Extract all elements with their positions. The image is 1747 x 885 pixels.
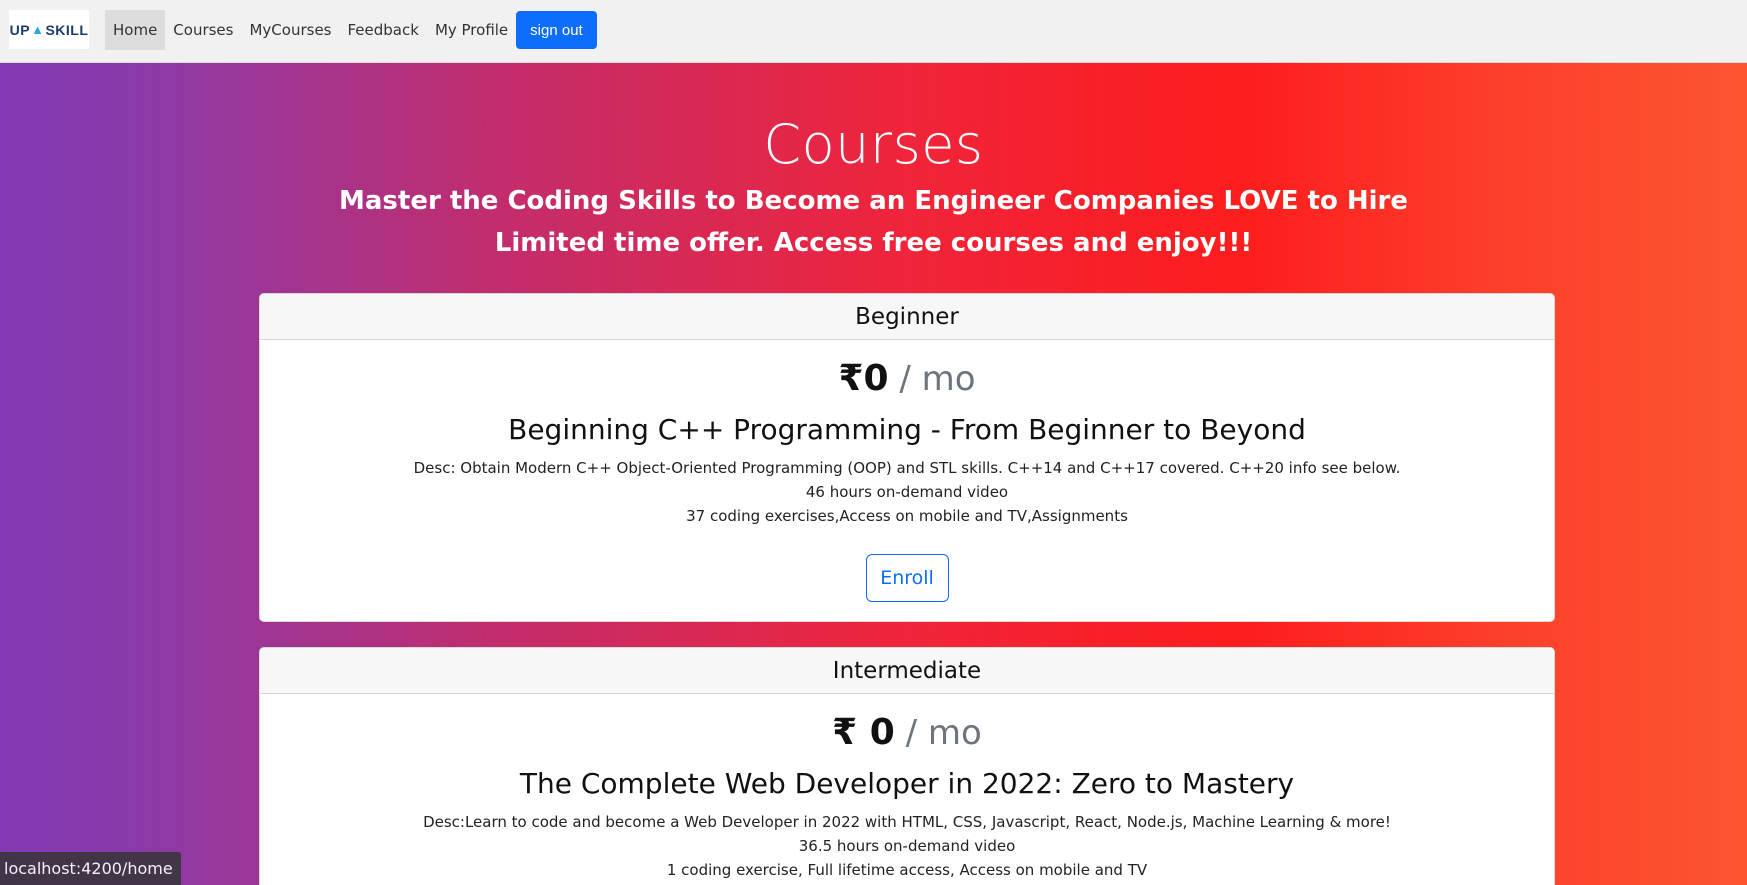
card-header: Intermediate (260, 648, 1554, 694)
course-description: Desc: Obtain Modern C++ Object-Oriented … (260, 456, 1554, 528)
logo-suffix: SKILL (45, 21, 89, 38)
nav-item-courses[interactable]: Courses (165, 10, 241, 50)
price: ₹0 / mo (260, 358, 1554, 399)
course-extras: 1 coding exercise, Full lifetime access,… (666, 861, 1148, 879)
course-card-beginner: Beginner ₹0 / mo Beginning C++ Programmi… (259, 293, 1555, 622)
logo-prefix: UP (9, 21, 31, 38)
course-title: Beginning C++ Programming - From Beginne… (508, 413, 1306, 446)
price-amount: ₹0 (838, 358, 889, 399)
enroll-button[interactable]: Enroll (865, 554, 949, 602)
price-period: / mo (888, 359, 976, 399)
nav-item-my-profile[interactable]: My Profile (427, 10, 516, 50)
price-amount: ₹ 0 (832, 712, 895, 753)
hero-subtitle: Master the Coding Skills to Become an En… (339, 186, 1408, 216)
nav-item-mycourses[interactable]: MyCourses (241, 10, 339, 50)
nav-list: Home Courses MyCourses Feedback My Profi… (105, 10, 597, 50)
card-header: Beginner (260, 294, 1554, 340)
course-hours: 46 hours on-demand video (805, 483, 1009, 501)
course-desc: Desc:Learn to code and become a Web Deve… (423, 813, 1391, 831)
hero-offer: Limited time offer. Access free courses … (494, 228, 1253, 258)
course-desc: Desc: Obtain Modern C++ Object-Oriented … (413, 459, 1401, 477)
nav-item-home[interactable]: Home (105, 10, 166, 50)
price: ₹ 0 / mo (260, 712, 1554, 753)
course-title: The Complete Web Developer in 2022: Zero… (519, 767, 1295, 800)
browser-status-url: localhost:4200/home (0, 852, 181, 885)
nav-item-feedback[interactable]: Feedback (340, 10, 427, 50)
course-hours: 36.5 hours on-demand video (798, 837, 1016, 855)
upskill-logo[interactable]: UP ▲ SKILL (9, 10, 89, 49)
course-card-intermediate: Intermediate ₹ 0 / mo The Complete Web D… (259, 647, 1555, 885)
price-period: / mo (894, 713, 982, 753)
course-extras: 37 coding exercises,Access on mobile and… (686, 507, 1128, 525)
course-description: Desc:Learn to code and become a Web Deve… (260, 810, 1554, 882)
sign-out-button[interactable]: sign out (516, 11, 597, 49)
drop-icon: ▲ (31, 22, 45, 37)
navbar: UP ▲ SKILL Home Courses MyCourses Feedback… (0, 0, 1747, 63)
page-title: Courses (763, 113, 984, 176)
